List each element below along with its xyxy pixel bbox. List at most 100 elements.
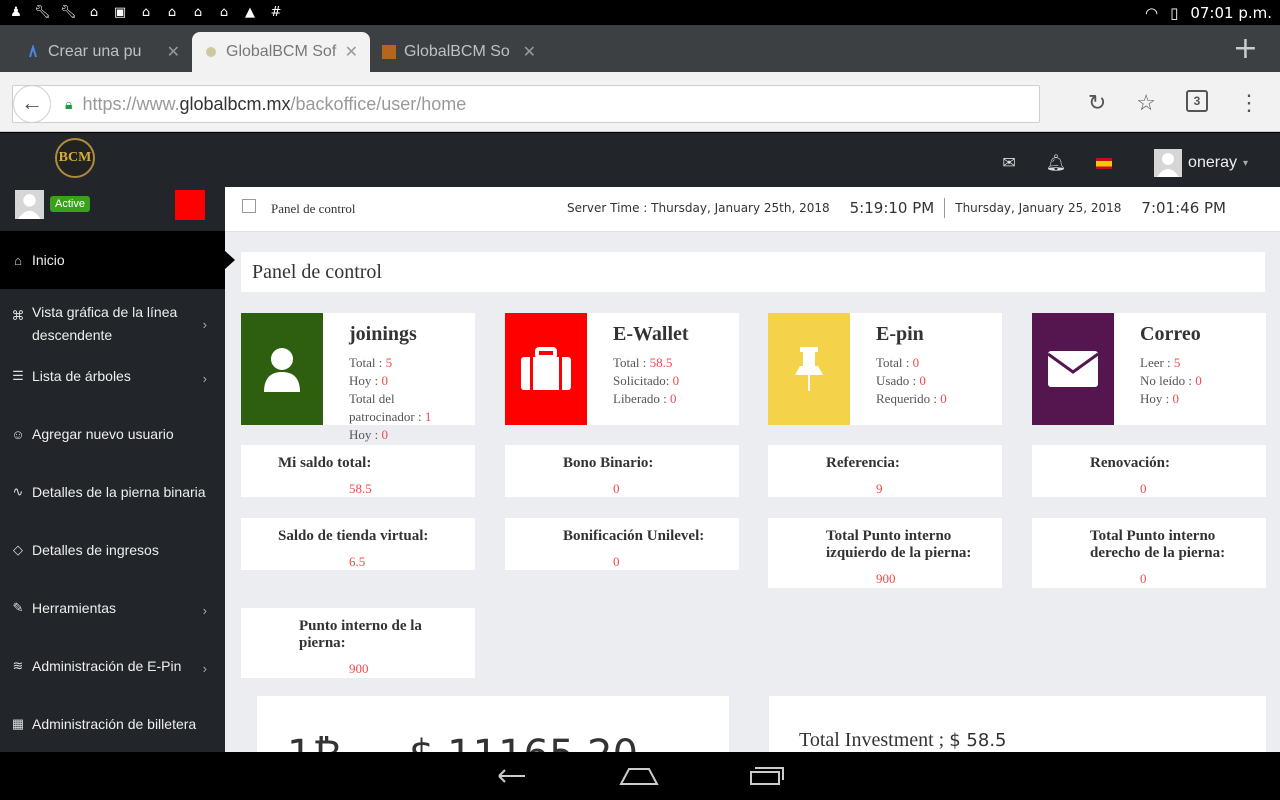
site-logo[interactable]: BCM <box>55 138 95 178</box>
local-date: Thursday, January 25, 2018 <box>955 201 1122 215</box>
row-key: Hoy : <box>349 373 382 388</box>
close-tab-icon[interactable]: ✕ <box>345 42 358 62</box>
address-bar[interactable]: 🔒︎ https://www. globalbcm.mx/backoffice/u… <box>12 85 1040 123</box>
web-page: BCM ✉ 🔔︎ oneray ▾ Active ⌂ Inicio ⌘ Vista … <box>0 133 1280 752</box>
back-nav-icon[interactable] <box>495 766 529 786</box>
android-status-bar: ♟ 🔧︎ 🔧︎ ⌂ ▣ ⌂ ⌂ ⌂ ⌂ ▲ # ◠ ▯ 07:01 p.m. <box>0 0 1280 25</box>
android-nav-bar <box>0 752 1280 800</box>
stat-referencia: Referencia: 9 <box>768 445 1002 497</box>
sidebar: Active ⌂ Inicio ⌘ Vista gráfica de la líne… <box>0 187 235 752</box>
user-menu[interactable]: oneray ▾ <box>1154 149 1248 177</box>
game-controller-icon-4: ⌂ <box>193 4 203 20</box>
lock-icon: 🔒︎ <box>65 95 73 112</box>
row-key: Hoy : <box>1140 391 1173 406</box>
browser-tab-active[interactable]: GlobalBCM Sof ✕ <box>192 32 370 72</box>
briefcase-icon <box>505 313 587 425</box>
card-title: Correo <box>1140 323 1201 345</box>
row-key: Leer : <box>1140 355 1174 370</box>
bell-icon[interactable]: 🔔︎ <box>1046 153 1066 173</box>
mail-icon[interactable]: ✉ <box>1002 153 1015 173</box>
top-navbar: BCM ✉ 🔔︎ oneray ▾ <box>0 133 1280 187</box>
status-badge: Active <box>50 196 90 212</box>
bookmark-star-icon[interactable]: ☆ <box>1136 90 1156 116</box>
card-joinings: joinings Total : 5 Hoy : 0 Total del pat… <box>241 313 475 442</box>
browser-tab-strip: Crear una pu ✕ GlobalBCM Sof ✕ GlobalBCM… <box>0 25 1280 72</box>
close-tab-icon[interactable]: ✕ <box>523 42 536 62</box>
calendar-icon: ▦ <box>11 716 25 731</box>
browser-toolbar: 🔒︎ https://www. globalbcm.mx/backoffice/u… <box>0 72 1280 132</box>
stat-renovacion: Renovación: 0 <box>1032 445 1266 497</box>
wrench-icon-2: 🔧︎ <box>60 4 77 20</box>
recents-nav-icon[interactable] <box>749 766 785 786</box>
new-tab-icon[interactable]: + <box>1233 31 1258 66</box>
game-controller-icon-5: ⌂ <box>219 4 229 20</box>
add-user-icon: ☺ <box>11 426 25 442</box>
row-value: 0 <box>1195 373 1202 388</box>
browser-tab[interactable]: GlobalBCM So ✕ <box>370 32 548 72</box>
home-nav-icon[interactable] <box>619 766 659 786</box>
notification-person-icon: ♟ <box>10 4 22 20</box>
close-tab-icon[interactable]: ✕ <box>167 42 180 62</box>
tab-favicon <box>29 45 37 58</box>
row-value: 0 <box>381 373 389 388</box>
investment-value: $ 58.5 <box>949 730 1007 751</box>
row-key: No leído : <box>1140 373 1196 388</box>
reload-icon[interactable]: ↻ <box>1088 90 1106 116</box>
tag-icon: ◇ <box>13 542 23 557</box>
spain-flag-icon[interactable] <box>1096 157 1113 169</box>
sidebar-item-epin[interactable]: ≋ Administración de E-Pin › <box>0 637 225 695</box>
tab-title: GlobalBCM So <box>404 43 510 60</box>
chevron-right-icon: › <box>202 661 207 676</box>
warning-icon: ▲ <box>245 4 255 20</box>
sidebar-item-label: Lista de árboles <box>32 368 131 384</box>
tab-switcher-button[interactable]: 3 <box>1186 90 1208 112</box>
card-rows: Total : 58.5 Solicitado: 0 Liberado : 0 <box>613 354 679 408</box>
sidebar-item-herramientas[interactable]: ✎ Herramientas › <box>0 579 225 637</box>
card-epin: E-pin Total : 0 Usado : 0 Requerido : 0 <box>768 313 1002 425</box>
card-rows: Total : 5 Hoy : 0 Total del patrocinador… <box>349 354 431 444</box>
tab-favicon <box>382 45 396 59</box>
stat-bono-binario: Bono Binario: 0 <box>505 445 739 497</box>
stat-value: 900 <box>349 661 369 676</box>
wrench-icon: ✎ <box>12 600 24 615</box>
sidebar-item-lista-arboles[interactable]: ☰ Lista de árboles › <box>0 347 225 405</box>
sidebar-item-agregar-usuario[interactable]: ☺ Agregar nuevo usuario <box>0 405 225 463</box>
btc-price-panel: 1₿ $ 11165.20 <box>257 696 729 752</box>
stat-label: Bono Binario: <box>563 455 654 471</box>
row-value: 58.5 <box>649 355 673 370</box>
stat-value: 0 <box>1140 481 1147 496</box>
line-chart-icon: ∿ <box>12 484 24 499</box>
image-icon: ▣ <box>113 4 127 20</box>
sidebar-item-pierna-binaria[interactable]: ∿ Detalles de la pierna binaria <box>0 463 225 521</box>
browser-tab[interactable]: Crear una pu ✕ <box>14 32 192 72</box>
card-correo: Correo Leer : 5 No leído : 0 Hoy : 0 <box>1032 313 1266 425</box>
stat-punto-interno: Punto interno de la pierna: 900 <box>241 608 475 678</box>
sidebar-item-inicio[interactable]: ⌂ Inicio <box>0 231 235 289</box>
sidebar-item-billetera[interactable]: ▦ Administración de billetera <box>0 695 225 752</box>
stat-value: 9 <box>876 481 883 496</box>
more-menu-icon[interactable]: ⋮ <box>1238 90 1260 116</box>
game-controller-icon-2: ⌂ <box>141 4 151 20</box>
battery-icon: ▯ <box>1170 3 1179 22</box>
investment-label: Total Investment ; <box>799 729 950 751</box>
row-value: 0 <box>940 391 947 406</box>
stat-label: Bonificación Unilevel: <box>563 528 705 544</box>
row-key: patrocinador : <box>349 409 425 424</box>
stat-value: 0 <box>613 481 620 496</box>
tab-favicon <box>206 47 216 57</box>
sidebar-item-ingresos[interactable]: ◇ Detalles de ingresos <box>0 521 225 579</box>
user-icon <box>241 313 323 425</box>
row-value: 5 <box>1173 355 1181 370</box>
breadcrumb[interactable]: Panel de control <box>271 201 355 217</box>
avatar <box>1154 149 1183 177</box>
game-controller-icon-3: ⌂ <box>167 4 177 20</box>
sidebar-item-vista-grafica[interactable]: ⌘ Vista gráfica de la línea descendente › <box>0 289 225 347</box>
red-square-button[interactable] <box>175 190 205 220</box>
sub-header: Panel de control Server Time : Thursday,… <box>225 187 1280 232</box>
server-time-label: Server Time : Thursday, January 25th, 20… <box>566 201 830 215</box>
row-key: Total del <box>349 391 395 406</box>
chevron-right-icon: › <box>202 603 207 618</box>
stat-value: 0 <box>1140 571 1147 586</box>
back-button[interactable]: ← <box>13 85 51 123</box>
caret-down-icon: ▾ <box>1242 157 1248 169</box>
